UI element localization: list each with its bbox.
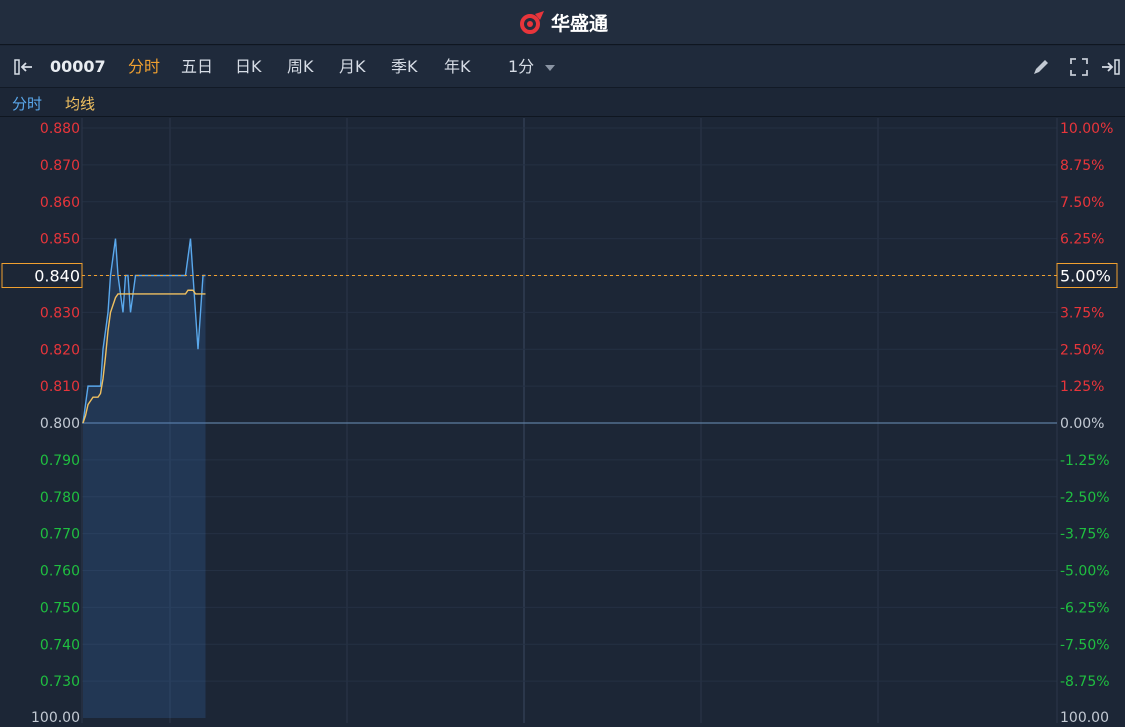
y-tick-left: 0.800 <box>40 416 80 432</box>
interval-select[interactable]: 1分 <box>508 46 556 88</box>
y-tick-right: -2.50% <box>1060 490 1110 506</box>
y-tick-left: 0.740 <box>40 637 80 653</box>
y-tick-left: 0.810 <box>40 379 80 395</box>
collapse-right-icon[interactable] <box>1098 46 1124 88</box>
volume-label-left: 100.00 <box>31 710 80 723</box>
current-price-label: 0.840 <box>34 267 80 286</box>
y-tick-right: 2.50% <box>1060 342 1104 358</box>
current-pct-label: 5.00% <box>1060 267 1111 286</box>
legend-average: 均线 <box>65 95 96 113</box>
y-tick-right: 7.50% <box>1060 195 1104 211</box>
y-tick-left: 0.780 <box>40 490 80 506</box>
y-tick-right: 3.75% <box>1060 305 1104 321</box>
tab-five-day[interactable]: 五日 <box>181 46 213 88</box>
y-tick-left: 0.770 <box>40 527 80 543</box>
y-tick-right: 8.75% <box>1060 158 1104 174</box>
intraday-chart[interactable]: 0.880 0.870 0.860 0.850 0.830 0.820 0.810 0.800… <box>0 118 1125 726</box>
y-tick-right: -7.50% <box>1060 637 1110 653</box>
tab-week-k[interactable]: 周K <box>287 46 314 88</box>
chevron-down-icon <box>545 64 556 71</box>
y-tick-right: 0.00% <box>1060 416 1104 432</box>
y-tick-left: 0.880 <box>40 121 80 137</box>
fullscreen-icon[interactable] <box>1068 46 1090 88</box>
y-tick-left: 0.860 <box>40 195 80 211</box>
logo-icon <box>519 11 544 34</box>
y-tick-left: 0.730 <box>40 674 80 690</box>
legend-bar: 分时 均线 <box>0 89 1125 117</box>
volume-label-right: 100.00 <box>1060 710 1109 723</box>
chart-area[interactable]: 0.880 0.870 0.860 0.850 0.830 0.820 0.810 0.800… <box>0 118 1125 726</box>
toolbar: 00007 分时 五日 日K 周K 月K 季K 年K 1分 <box>0 46 1125 88</box>
y-tick-right: -5.00% <box>1060 564 1110 580</box>
y-tick-left: 0.830 <box>40 305 80 321</box>
y-tick-right: -8.75% <box>1060 674 1110 690</box>
y-tick-left: 0.790 <box>40 453 80 469</box>
title-bar: 华盛通 <box>0 0 1125 45</box>
y-tick-right: -1.25% <box>1060 453 1110 469</box>
pencil-icon[interactable] <box>1030 46 1052 88</box>
y-tick-right: 1.25% <box>1060 379 1104 395</box>
interval-value: 1分 <box>508 57 535 76</box>
y-tick-left: 0.820 <box>40 342 80 358</box>
app-title: 华盛通 <box>550 12 608 35</box>
tab-day-k[interactable]: 日K <box>235 46 262 88</box>
tab-quarter-k[interactable]: 季K <box>391 46 418 88</box>
tab-month-k[interactable]: 月K <box>339 46 366 88</box>
legend-intraday: 分时 <box>12 95 43 113</box>
y-tick-right: 10.00% <box>1060 121 1113 137</box>
y-tick-left: 0.850 <box>40 232 80 248</box>
y-tick-left: 0.760 <box>40 564 80 580</box>
collapse-left-icon[interactable] <box>12 46 38 88</box>
y-tick-right: -3.75% <box>1060 527 1110 543</box>
y-tick-left: 0.870 <box>40 158 80 174</box>
tab-year-k[interactable]: 年K <box>444 46 471 88</box>
stock-code[interactable]: 00007 <box>50 46 106 88</box>
tab-intraday[interactable]: 分时 <box>128 46 160 88</box>
y-tick-right: -6.25% <box>1060 600 1110 616</box>
y-tick-right: 6.25% <box>1060 232 1104 248</box>
brand: 华盛通 <box>517 9 608 36</box>
y-tick-left: 0.750 <box>40 600 80 616</box>
